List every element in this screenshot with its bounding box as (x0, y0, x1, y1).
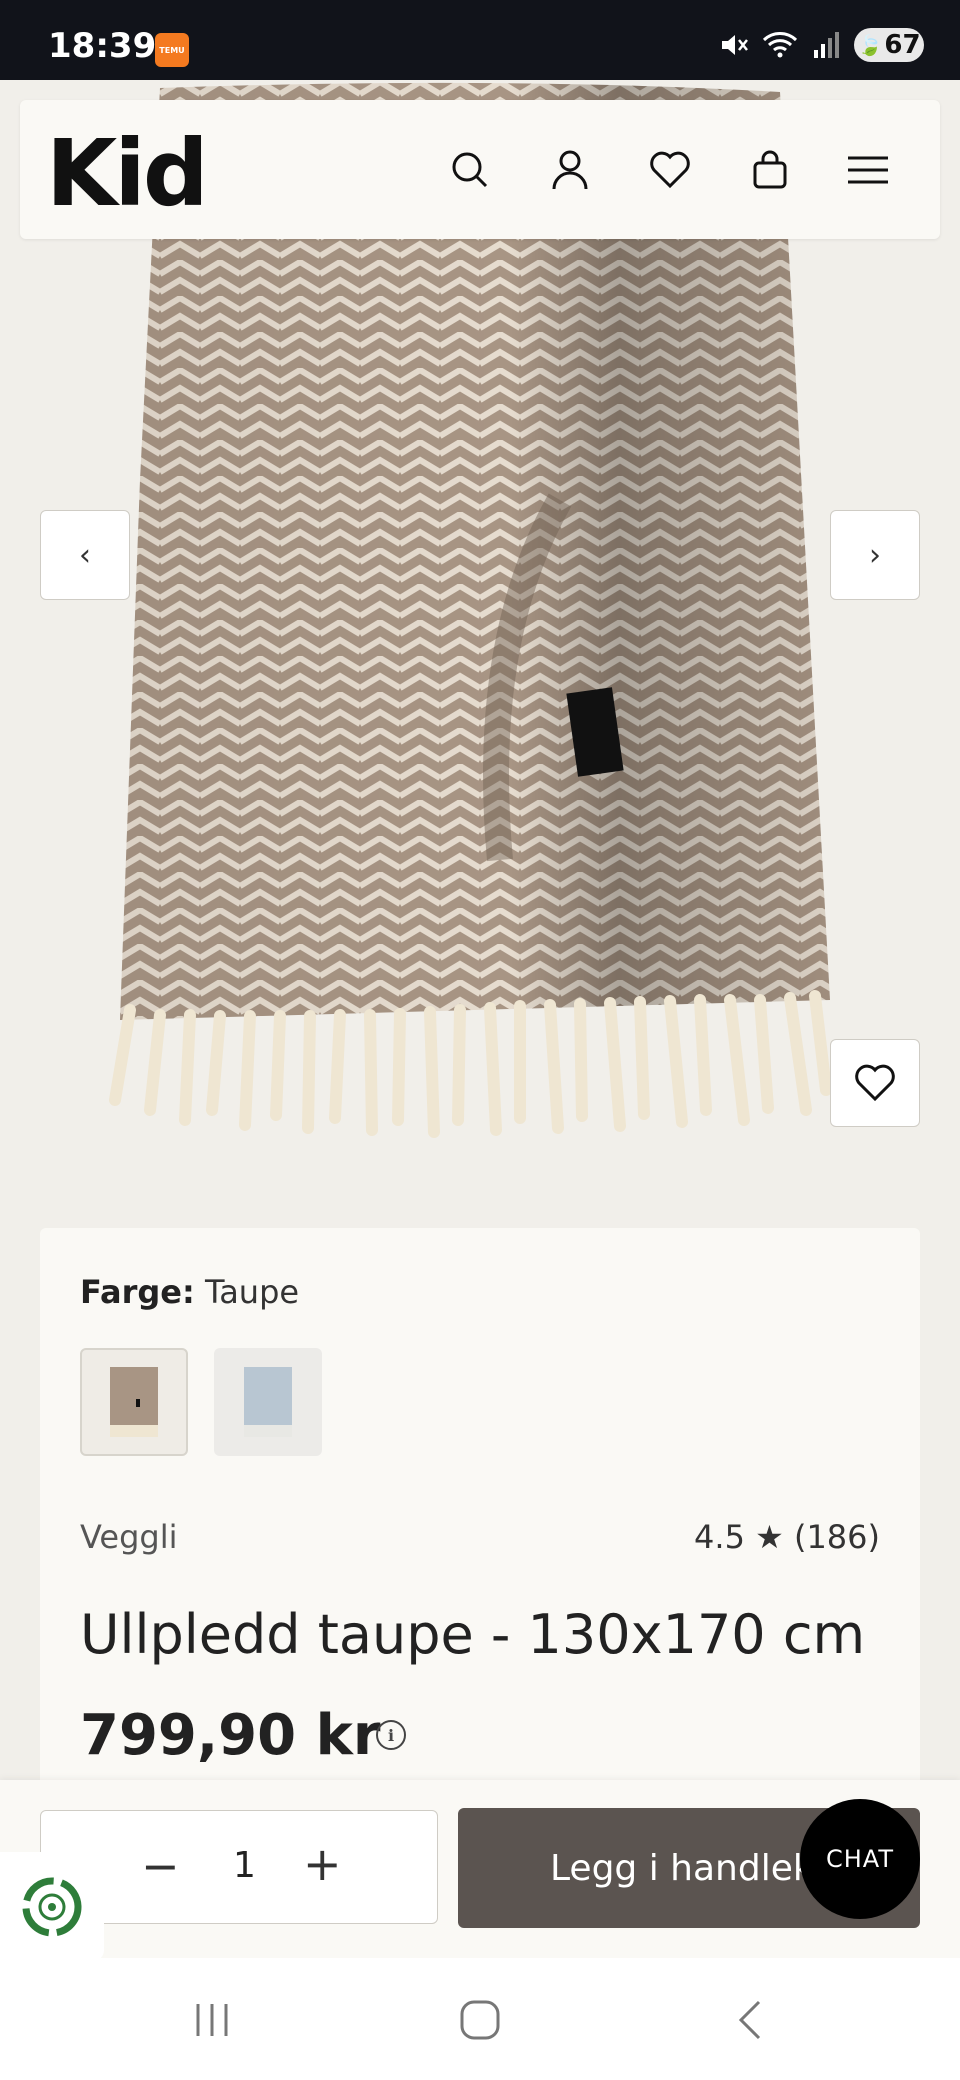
product-info-panel: Farge: Taupe Veggli 4.5 ★ (186) Ullpledd… (40, 1228, 920, 1788)
system-nav-bar (0, 1958, 960, 2080)
status-time: 18:39 (48, 26, 157, 66)
quantity-value[interactable]: 1 (233, 1845, 256, 1886)
site-logo[interactable]: Kid (46, 120, 209, 227)
color-swatch-light-blue[interactable] (214, 1348, 322, 1456)
product-brand[interactable]: Veggli (80, 1518, 178, 1556)
recycle-icon (22, 1877, 82, 1937)
search-icon[interactable] (440, 140, 500, 200)
back-icon[interactable] (720, 1998, 780, 2042)
mute-icon (722, 35, 748, 55)
product-image (0, 80, 960, 1230)
shopping-bag-icon[interactable] (740, 140, 800, 200)
recent-apps-icon[interactable] (182, 1998, 242, 2042)
temu-app-icon: TEMU (155, 33, 189, 67)
chevron-left-icon: ‹ (79, 537, 91, 573)
battery-indicator: 🍃 67 (854, 28, 924, 62)
leaf-icon: 🍃 (857, 33, 883, 57)
wifi-icon (762, 32, 798, 58)
gallery-prev-button[interactable]: ‹ (40, 510, 130, 600)
chat-button[interactable]: CHAT (800, 1799, 920, 1919)
signal-icon (814, 32, 839, 58)
chevron-right-icon: › (869, 537, 881, 573)
status-bar: 18:39 TEMU 🍃 67 (0, 0, 960, 80)
increase-quantity-button[interactable]: + (303, 1837, 342, 1891)
product-price: 799,90 kr (80, 1703, 381, 1768)
product-rating[interactable]: 4.5 ★ (186) (694, 1518, 880, 1556)
swatch-image-light-blue (244, 1367, 292, 1437)
account-icon[interactable] (540, 140, 600, 200)
add-to-wishlist-button[interactable] (830, 1039, 920, 1127)
recycle-widget[interactable] (0, 1852, 104, 1962)
star-icon: ★ (755, 1518, 784, 1556)
info-icon[interactable]: i (376, 1720, 406, 1750)
status-icons: 🍃 67 (718, 28, 924, 62)
color-selector-label: Farge: Taupe (80, 1273, 299, 1311)
battery-level: 67 (884, 30, 921, 60)
color-value: Taupe (204, 1273, 300, 1311)
wishlist-icon[interactable] (640, 140, 700, 200)
heart-icon (855, 1064, 895, 1102)
site-header: Kid (20, 100, 940, 239)
chat-label: CHAT (825, 1845, 895, 1873)
menu-icon[interactable] (838, 140, 898, 200)
home-icon[interactable] (450, 1998, 510, 2042)
rating-value: 4.5 (694, 1518, 745, 1556)
swatch-image-taupe (110, 1367, 158, 1437)
rating-count: (186) (793, 1518, 880, 1556)
color-swatch-taupe[interactable] (80, 1348, 188, 1456)
gallery-next-button[interactable]: › (830, 510, 920, 600)
product-title: Ullpledd taupe - 130x170 cm (80, 1603, 866, 1666)
decrease-quantity-button[interactable]: − (141, 1839, 180, 1893)
product-gallery[interactable] (0, 80, 960, 1230)
color-label: Farge: (80, 1273, 195, 1311)
